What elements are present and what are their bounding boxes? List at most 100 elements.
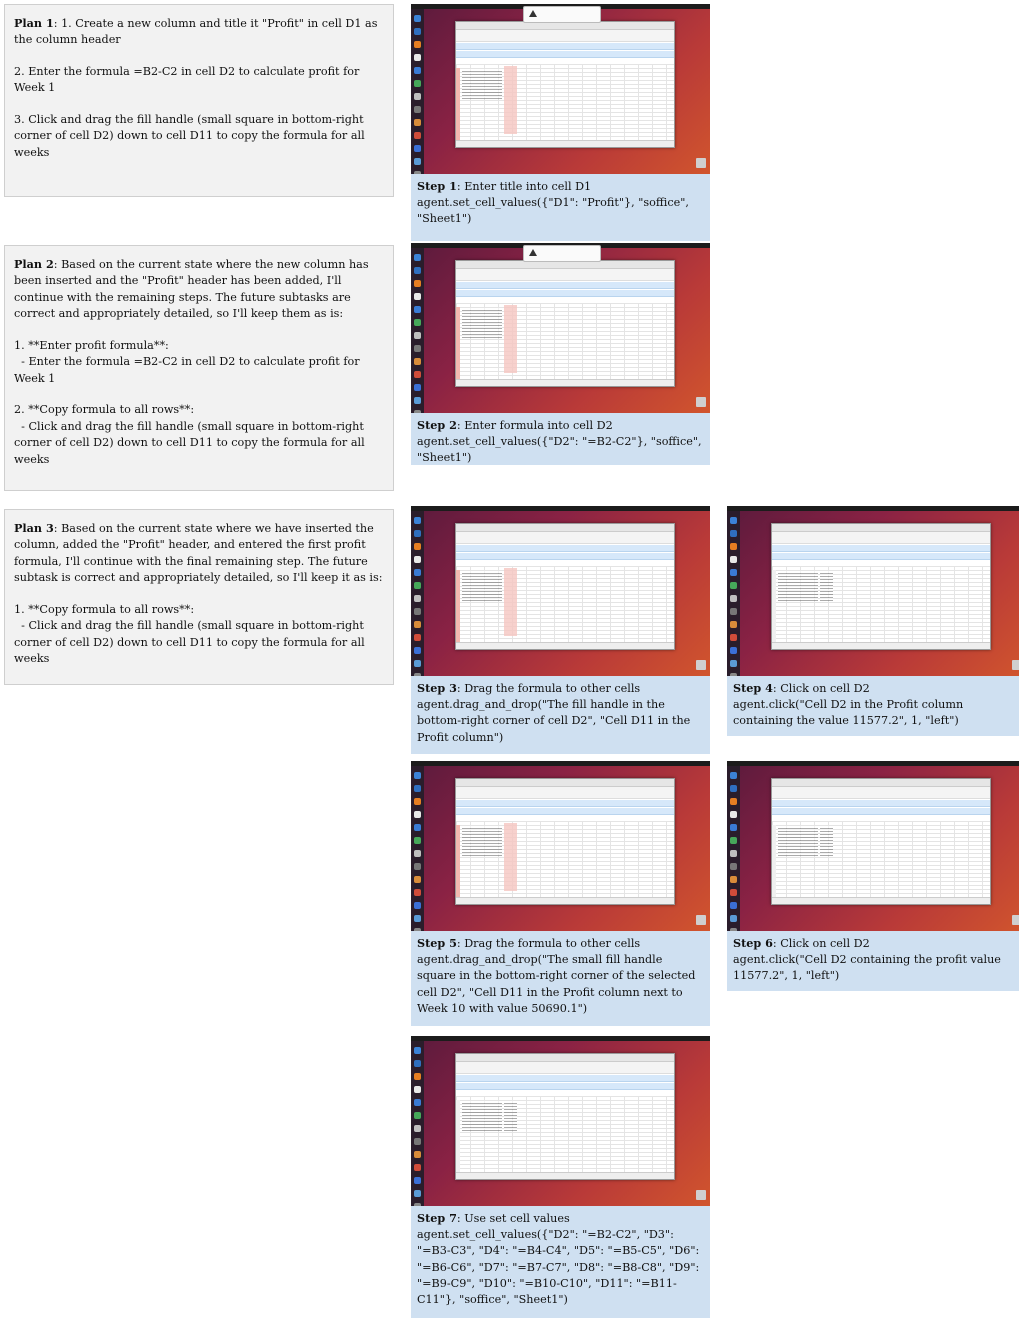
plan-line-text: 2. Enter the formula =B2-C2 in cell D2 t… <box>14 64 363 95</box>
info-bar <box>456 545 674 552</box>
dock-app-icon <box>730 824 737 831</box>
step-card-2: Step 2: Enter formula into cell D2 agent.… <box>411 243 710 465</box>
dock-app-icon <box>414 1060 421 1067</box>
dock-app-icon <box>414 410 421 413</box>
step-action: agent.drag_and_drop("The small fill hand… <box>417 953 696 1015</box>
desktop-wallpaper <box>727 506 1019 676</box>
spreadsheet-window <box>455 21 675 148</box>
plan-body: Plan 2: Based on the current state where… <box>14 256 384 468</box>
desktop-wallpaper <box>411 4 710 174</box>
dock-app-icon <box>730 608 737 615</box>
step-heading: Step 6: Click on cell D2 <box>733 936 870 950</box>
dock-app-icon <box>730 569 737 576</box>
step-action: agent.set_cell_values({"D1": "Profit"}, … <box>417 196 689 226</box>
step-caption: Step 5: Drag the formula to other cells a… <box>411 931 710 1026</box>
spreadsheet-window <box>455 778 675 905</box>
dock-app-icon <box>414 543 421 550</box>
row-headers <box>456 825 460 898</box>
trash-icon <box>696 1190 706 1200</box>
toolbar <box>456 269 674 281</box>
plan-line: Plan 3: Based on the current state where… <box>14 521 383 585</box>
info-bar <box>772 800 990 807</box>
step-caption: Step 3: Drag the formula to other cells a… <box>411 676 710 754</box>
info-bar <box>456 800 674 807</box>
step-label: Step 1 <box>417 179 457 193</box>
step-label: Step 2 <box>417 418 457 432</box>
step-caption: Step 2: Enter formula into cell D2 agent.… <box>411 413 710 465</box>
plan-body: Plan 1: 1. Create a new column and title… <box>14 15 384 161</box>
info-bar <box>456 1075 674 1082</box>
desktop-wallpaper <box>727 761 1019 931</box>
trash-icon <box>696 660 706 670</box>
plan-spacer <box>14 387 384 402</box>
dock-app-icon <box>414 1099 421 1106</box>
data-cells <box>462 1101 502 1131</box>
top-bar <box>727 506 1019 511</box>
dock-app-icon <box>730 660 737 667</box>
app-dock <box>727 511 740 676</box>
step-screenshot <box>727 506 1019 676</box>
info-bar <box>772 553 990 560</box>
top-bar <box>411 761 710 766</box>
plan-line: 1. **Copy formula to all rows**: <box>14 602 384 618</box>
dock-app-icon <box>414 556 421 563</box>
dock-app-icon <box>414 915 421 922</box>
dock-app-icon <box>414 93 421 100</box>
step-screenshot <box>411 1036 710 1206</box>
window-title-bar <box>456 1054 674 1062</box>
profit-values <box>820 571 833 601</box>
notification-toast <box>523 245 601 262</box>
dock-app-icon <box>730 621 737 628</box>
step-screenshot <box>411 4 710 174</box>
profit-values <box>820 826 833 856</box>
step-card-6: Step 6: Click on cell D2 agent.click("Cel… <box>727 761 1019 991</box>
row-headers <box>772 570 776 643</box>
warning-icon <box>529 249 537 256</box>
trash-icon <box>1012 660 1019 670</box>
toolbar <box>772 787 990 799</box>
dock-app-icon <box>730 902 737 909</box>
plan-line-text: 3. Click and drag the fill handle (small… <box>14 112 369 159</box>
dock-app-icon <box>414 621 421 628</box>
dock-app-icon <box>730 798 737 805</box>
data-cells <box>462 308 502 338</box>
dock-app-icon <box>414 772 421 779</box>
dock-app-icon <box>414 902 421 909</box>
dock-app-icon <box>414 889 421 896</box>
step-heading: Step 5: Drag the formula to other cells <box>417 936 641 950</box>
step-heading: Step 2: Enter formula into cell D2 <box>417 418 613 432</box>
data-cells <box>778 571 818 601</box>
dock-app-icon <box>414 595 421 602</box>
toolbar <box>456 532 674 544</box>
plan-body: Plan 3: Based on the current state where… <box>14 520 384 668</box>
notification-toast <box>523 6 601 23</box>
dock-app-icon <box>414 673 421 676</box>
info-bar <box>456 282 674 289</box>
dock-app-icon <box>730 863 737 870</box>
status-bar <box>772 642 990 649</box>
row-headers <box>456 1100 460 1173</box>
app-dock <box>411 511 424 676</box>
dock-app-icon <box>414 785 421 792</box>
info-bar <box>456 51 674 58</box>
dock-app-icon <box>730 915 737 922</box>
desktop-wallpaper <box>411 1036 710 1206</box>
profit-column-highlight <box>504 66 517 134</box>
dock-app-icon <box>414 660 421 667</box>
row-headers <box>456 68 460 141</box>
dock-app-icon <box>730 876 737 883</box>
plan-line: - Click and drag the fill handle (small … <box>14 618 384 667</box>
status-bar <box>456 140 674 147</box>
dock-app-icon <box>414 171 421 174</box>
desktop-wallpaper <box>411 506 710 676</box>
dock-app-icon <box>730 889 737 896</box>
app-dock <box>411 1041 424 1206</box>
dock-app-icon <box>414 876 421 883</box>
dock-app-icon <box>414 1190 421 1197</box>
profit-column-highlight <box>504 568 517 636</box>
step-action: agent.set_cell_values({"D2": "=B2-C2", "… <box>417 1228 700 1307</box>
app-dock <box>411 9 424 174</box>
dock-app-icon <box>414 1151 421 1158</box>
dock-app-icon <box>414 1203 421 1206</box>
plan-line-text: 1. **Enter profit formula**: <box>14 338 169 352</box>
